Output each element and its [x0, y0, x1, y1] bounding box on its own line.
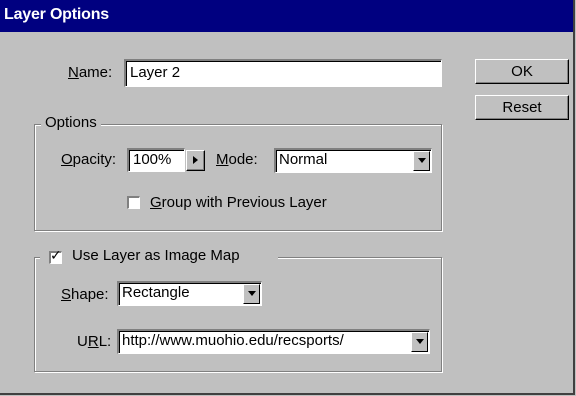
title-bar: Layer Options [0, 0, 573, 32]
checkmark-icon: ✓ [50, 248, 62, 264]
ok-button[interactable]: OK [475, 59, 569, 84]
url-select[interactable]: http://www.muohio.edu/recsports/ [117, 329, 430, 354]
mode-value: Normal [279, 151, 328, 168]
right-arrow-icon [193, 156, 198, 164]
shape-select[interactable]: Rectangle [117, 281, 262, 306]
group-previous-label: Group with Previous Layer [150, 194, 327, 211]
url-dropdown-button[interactable] [411, 332, 428, 352]
image-map-group [34, 257, 442, 372]
opacity-label: Opacity: [61, 151, 117, 168]
url-value: http://www.muohio.edu/recsports/ [122, 332, 344, 349]
mode-dropdown-button[interactable] [413, 151, 430, 171]
name-input-value: Layer 2 [130, 64, 181, 81]
use-image-map-checkbox[interactable]: ✓ [49, 248, 62, 264]
mode-select[interactable]: Normal [274, 148, 432, 173]
use-image-map-label: Use Layer as Image Map [72, 247, 240, 264]
layer-options-dialog: Layer Options Name: Layer 2 OK Reset Opt… [0, 0, 575, 395]
group-previous-checkbox[interactable] [127, 196, 140, 209]
url-label: URL: [77, 333, 112, 350]
shape-label: Shape: [61, 286, 109, 303]
chevron-down-icon [416, 339, 424, 344]
opacity-arrow-button[interactable] [186, 150, 205, 171]
name-input[interactable]: Layer 2 [124, 59, 442, 87]
mode-label: Mode: [216, 151, 258, 168]
opacity-input[interactable]: 100% [127, 148, 185, 172]
chevron-down-icon [248, 291, 256, 296]
reset-button[interactable]: Reset [475, 95, 569, 120]
image-map-legend: ✓ Use Layer as Image Map [40, 247, 278, 267]
dialog-title: Layer Options [4, 6, 109, 23]
name-label: Name: [68, 64, 113, 81]
options-group [34, 124, 442, 231]
shape-value: Rectangle [122, 284, 190, 301]
options-group-legend: Options [41, 114, 101, 131]
chevron-down-icon [418, 158, 426, 163]
shape-dropdown-button[interactable] [243, 284, 260, 304]
opacity-value: 100% [133, 151, 172, 168]
